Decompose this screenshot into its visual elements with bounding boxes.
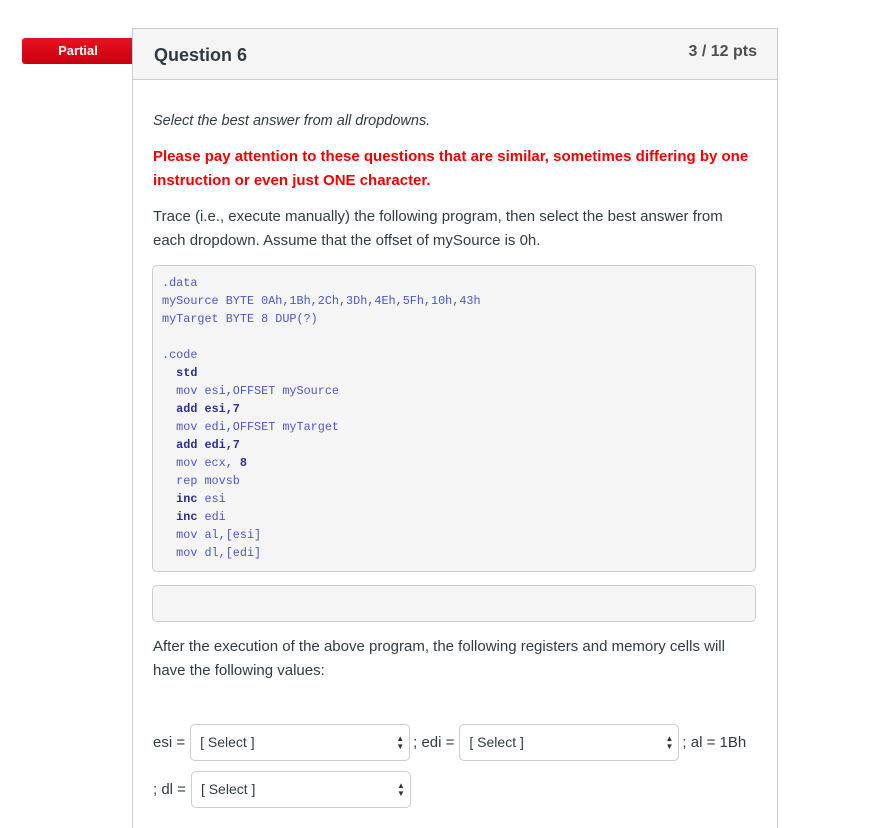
answer-row-1: esi = [ Select ] ▲ ▼ ; edi = [ Select ] ▲… bbox=[153, 724, 746, 761]
code-text: mov ecx, bbox=[162, 456, 240, 470]
empty-code-box bbox=[152, 585, 756, 622]
trace-text: Trace (i.e., execute manually) the follo… bbox=[153, 208, 723, 249]
code-keyword: inc bbox=[176, 510, 198, 524]
esi-label: esi = bbox=[153, 734, 186, 751]
select-arrows-icon: ▲ ▼ bbox=[397, 780, 405, 798]
question-points: 3 / 12 pts bbox=[688, 43, 757, 60]
code-text: myTarget BYTE 8 DUP(?) bbox=[162, 312, 318, 326]
code-text: .code bbox=[162, 348, 198, 362]
code-text: rep movsb bbox=[162, 474, 240, 488]
question-card: Question 6 3 / 12 pts Select the best an… bbox=[132, 28, 778, 828]
code-line: inc esi bbox=[162, 490, 746, 508]
esi-select[interactable]: [ Select ] ▲ ▼ bbox=[190, 724, 411, 761]
code-text: mov esi,OFFSET mySource bbox=[162, 384, 339, 398]
code-text: edi bbox=[197, 510, 226, 524]
dl-select-value: [ Select ] bbox=[200, 781, 256, 797]
edi-select-value: [ Select ] bbox=[469, 734, 524, 750]
code-line: .data bbox=[162, 274, 746, 292]
code-block: .data mySource BYTE 0Ah,1Bh,2Ch,3Dh,4Eh,5… bbox=[152, 265, 756, 572]
code-keyword: std bbox=[176, 366, 198, 380]
select-arrows-icon: ▲ ▼ bbox=[396, 733, 405, 751]
select-arrows-icon: ▲ ▼ bbox=[665, 733, 674, 751]
code-keyword: add esi,7 bbox=[176, 402, 240, 416]
warning-text: Please pay attention to these questions … bbox=[153, 148, 749, 189]
code-line: std bbox=[162, 364, 746, 382]
code-line: add esi,7 bbox=[162, 400, 746, 418]
dl-label: ; dl = bbox=[153, 781, 186, 798]
after-execution-text: After the execution of the above program… bbox=[153, 638, 725, 679]
question-header: Question 6 3 / 12 pts bbox=[133, 29, 777, 80]
code-text: .data bbox=[162, 276, 198, 290]
code-line: mySource BYTE 0Ah,1Bh,2Ch,3Dh,4Eh,5Fh,10… bbox=[162, 292, 746, 310]
code-line: .code bbox=[162, 346, 746, 364]
code-line: mov dl,[edi] bbox=[162, 544, 746, 562]
code-line: mov edi,OFFSET myTarget bbox=[162, 418, 746, 436]
code-keyword: add edi,7 bbox=[176, 438, 240, 452]
code-text: mov dl,[edi] bbox=[162, 546, 262, 560]
al-value-text: ; al = 1Bh bbox=[682, 734, 747, 751]
instructions-text: Select the best answer from all dropdown… bbox=[153, 113, 431, 129]
code-line: myTarget BYTE 8 DUP(?) bbox=[162, 310, 746, 328]
answer-row-2: ; dl = [ Select ] ▲ ▼ bbox=[153, 771, 414, 808]
code-text: mov al,[esi] bbox=[162, 528, 262, 542]
code-keyword: inc bbox=[176, 492, 198, 506]
code-text: mov edi,OFFSET myTarget bbox=[162, 420, 339, 434]
code-keyword: 8 bbox=[239, 456, 247, 470]
code-line: mov al,[esi] bbox=[162, 526, 746, 544]
code-text: mySource BYTE 0Ah,1Bh,2Ch,3Dh,4Eh,5Fh,10… bbox=[162, 294, 481, 308]
code-line: add edi,7 bbox=[162, 436, 746, 454]
status-badge: Partial bbox=[22, 38, 146, 64]
code-line: mov esi,OFFSET mySource bbox=[162, 382, 746, 400]
esi-select-value: [ Select ] bbox=[200, 734, 255, 750]
edi-select[interactable]: [ Select ] ▲ ▼ bbox=[459, 724, 680, 761]
code-line: inc edi bbox=[162, 508, 746, 526]
code-line: rep movsb bbox=[162, 472, 746, 490]
code-line: mov ecx, 8 bbox=[162, 454, 746, 472]
edi-label: ; edi = bbox=[413, 734, 455, 751]
dl-select[interactable]: [ Select ] ▲ ▼ bbox=[190, 771, 411, 808]
code-text: esi bbox=[197, 492, 226, 506]
question-title: Question 6 bbox=[154, 45, 248, 65]
